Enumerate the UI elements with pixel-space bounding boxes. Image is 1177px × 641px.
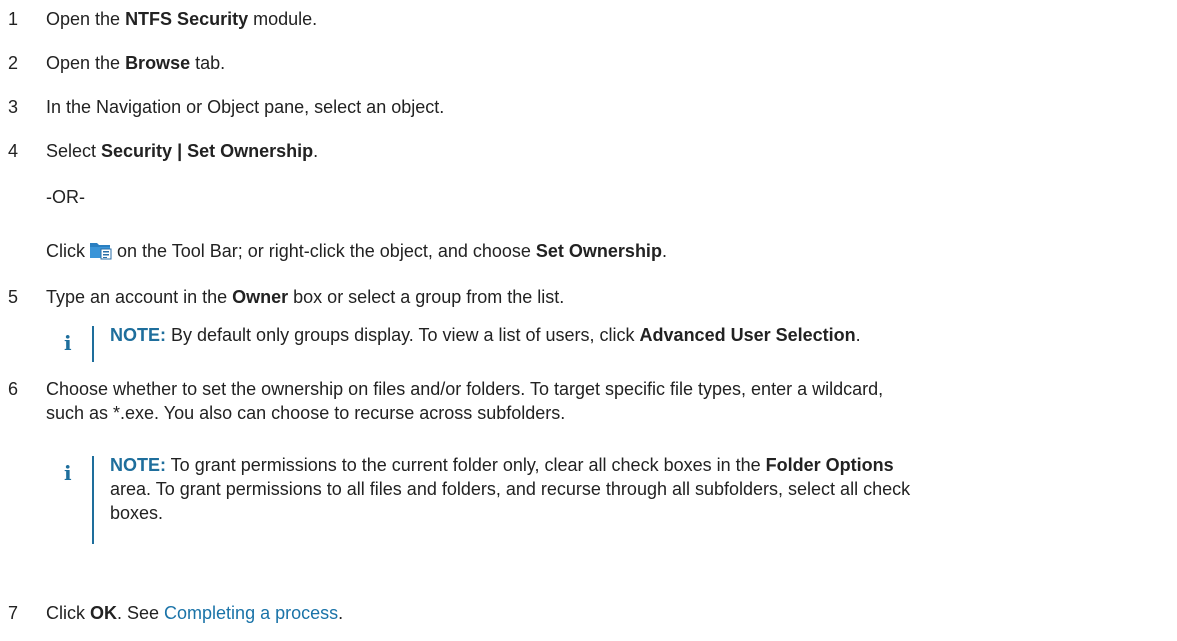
procedure-page: 1 Open the NTFS Security module. 2 Open … [0,0,1177,641]
note-divider [92,456,94,544]
step-5-pre: Type an account in the [46,287,233,307]
click-line-post: . [661,241,667,261]
step-number: 5 [8,287,19,307]
note-1-post: . [855,325,861,345]
note-1-text: NOTE: By default only groups display. To… [110,323,861,347]
note-2-line-3: boxes. [110,503,164,523]
completing-a-process-link[interactable]: Completing a process [164,603,338,623]
step-2-post: tab. [190,53,226,73]
note-2-pre: To grant permissions to the current fold… [166,455,766,475]
step-4-bold: Security | Set Ownership [101,141,314,161]
step-number: 3 [8,97,19,117]
step-1-text: Open the NTFS Security module. [46,8,317,30]
step-number: 4 [8,141,19,161]
or-separator: -OR- [46,187,85,207]
step-number: 1 [8,9,19,29]
click-line-mid: on the Tool Bar; or right-click the obje… [117,241,536,261]
note-1-pre: By default only groups display. To view … [166,325,640,345]
step-7-text: Click OK. See Completing a process. [46,602,343,624]
note-1-bold: Advanced User Selection [639,325,856,345]
step-2-bold: Browse [125,53,191,73]
toolbar-instruction: Click on the Tool Bar; or right-click th… [46,240,667,262]
step-5-text: Type an account in the Owner box or sele… [46,286,564,308]
step-number: 6 [8,379,19,399]
note-label: NOTE: [110,325,166,345]
step-7-bold: OK [90,603,117,623]
note-2-line-2: area. To grant permissions to all files … [110,479,911,499]
step-6-line-1: Choose whether to set the ownership on f… [46,379,884,399]
note-label: NOTE: [110,455,166,475]
info-icon: i [64,331,72,355]
step-4-post: . [313,141,319,161]
step-4-text: Select Security | Set Ownership. [46,140,318,162]
step-2-pre: Open the [46,53,126,73]
step-3-text: In the Navigation or Object pane, select… [46,97,445,117]
step-7-pre: Click [46,603,90,623]
note-2-line-1: NOTE: To grant permissions to the curren… [110,453,894,477]
step-4-pre: Select [46,141,102,161]
step-1-post: module. [248,9,318,29]
step-5-post: box or select a group from the list. [288,287,565,307]
folder-ownership-icon [89,240,113,260]
step-5-bold: Owner [232,287,289,307]
note-2-bold: Folder Options [765,455,894,475]
click-line-bold: Set Ownership [535,241,662,261]
step-7-mid: . See [117,603,165,623]
step-number: 7 [8,603,19,623]
info-icon: i [64,461,72,485]
note-divider [92,326,94,362]
step-1-bold: NTFS Security [125,9,249,29]
step-2-text: Open the Browse tab. [46,52,225,74]
step-1-pre: Open the [46,9,126,29]
step-7-post: . [338,603,344,623]
step-6-line-2: such as *.exe. You also can choose to re… [46,403,566,423]
step-number: 2 [8,53,19,73]
click-line-pre: Click [46,241,85,261]
